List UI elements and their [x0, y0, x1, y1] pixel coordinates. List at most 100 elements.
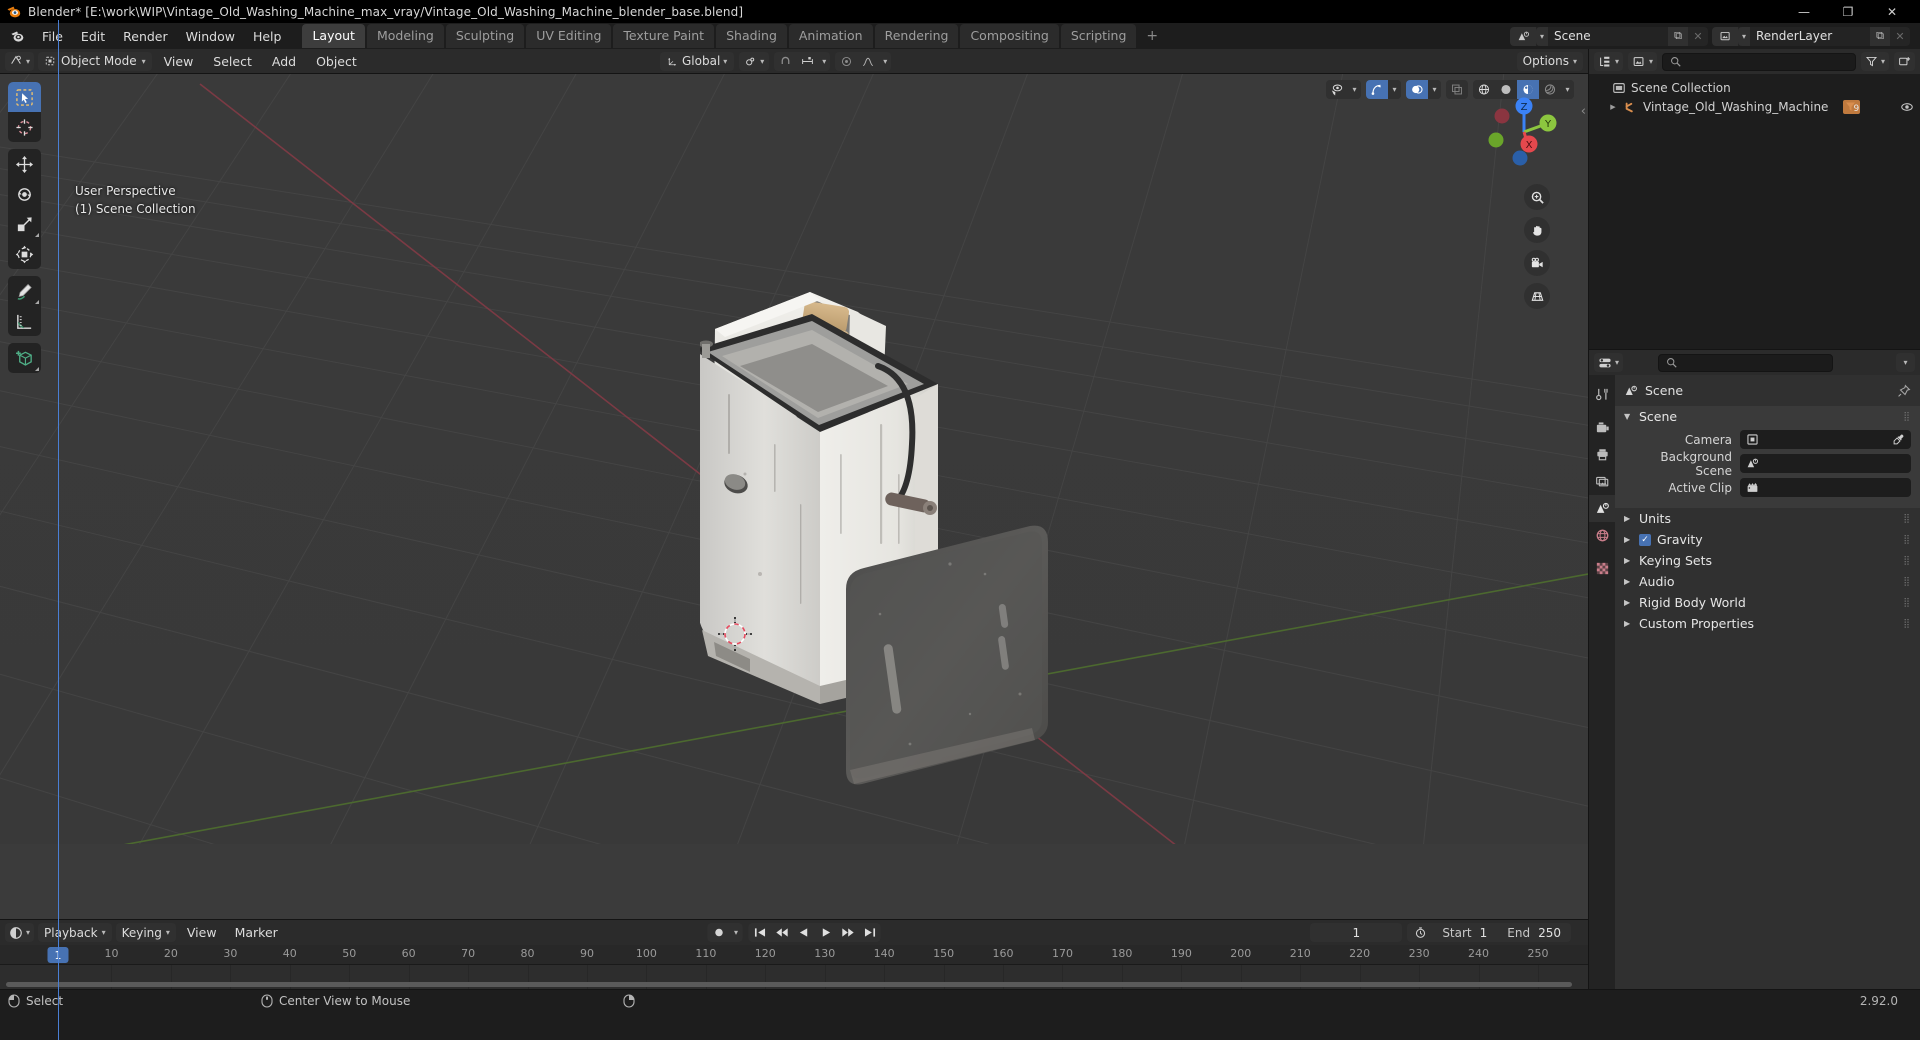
transform-orientation-selector[interactable]: Global ▾	[660, 51, 735, 71]
viewlayer-name-field[interactable]: RenderLayer	[1750, 26, 1870, 46]
scene-tab[interactable]	[1589, 495, 1615, 522]
viewlayer-browse-chevron-icon[interactable]: ▾	[1738, 26, 1750, 46]
remove-viewlayer-button[interactable]: ✕	[1890, 26, 1910, 46]
pivot-point-selector[interactable]: ▾	[739, 51, 770, 71]
close-button[interactable]: ✕	[1870, 0, 1914, 23]
viewlayer-datablock[interactable]: ▾ RenderLayer ⧉ ✕	[1712, 26, 1910, 46]
editor-type-3dview-icon[interactable]: ▾	[5, 51, 35, 71]
tweak-select-tool[interactable]	[8, 82, 41, 112]
panel-header-gravity[interactable]: ▶ ✓ Gravity ⣿	[1615, 529, 1920, 550]
tab-animation[interactable]: Animation	[788, 24, 873, 48]
auto-keying-chevron-icon[interactable]: ▾	[730, 923, 743, 942]
snap-magnet-icon[interactable]	[774, 52, 796, 71]
panel-header-rigid-body-world[interactable]: ▶ Rigid Body World ⣿	[1615, 592, 1920, 613]
panel-drag-dots[interactable]: ⣿	[1903, 598, 1911, 608]
tab-rendering[interactable]: Rendering	[874, 24, 959, 48]
object-visibility-icon[interactable]	[1326, 80, 1348, 99]
tab-shading[interactable]: Shading	[716, 24, 787, 48]
add-workspace-button[interactable]: +	[1138, 28, 1166, 44]
jump-to-start-button[interactable]	[749, 923, 771, 942]
viewport-menu-object[interactable]: Object	[308, 52, 365, 71]
scale-tool[interactable]	[8, 209, 41, 239]
outliner-display-mode-selector[interactable]: ▾	[1628, 52, 1658, 71]
viewport-menu-add[interactable]: Add	[264, 52, 304, 71]
new-viewlayer-button[interactable]: ⧉	[1870, 26, 1890, 46]
annotate-tool[interactable]	[8, 276, 41, 306]
menu-render[interactable]: Render	[114, 26, 177, 47]
scene-browse-chevron-icon[interactable]: ▾	[1536, 26, 1548, 46]
move-tool[interactable]	[8, 149, 41, 179]
use-preview-range-icon[interactable]	[1407, 926, 1432, 939]
transform-tool[interactable]	[8, 239, 41, 269]
3d-viewport[interactable]: User Perspective (1) Scene Collection ▾ …	[0, 74, 1588, 919]
outliner-expand-arrow-object[interactable]: ▶	[1607, 103, 1619, 111]
zoom-icon[interactable]	[1524, 184, 1550, 210]
properties-search-input[interactable]	[1657, 353, 1833, 372]
editor-type-outliner-icon[interactable]: ▾	[1594, 52, 1624, 71]
panel-header-scene[interactable]: ▼ Scene ⣿	[1615, 406, 1920, 427]
background-scene-field[interactable]	[1740, 454, 1911, 473]
show-overlays-icon[interactable]	[1406, 80, 1428, 99]
current-frame-field[interactable]: 1	[1310, 923, 1403, 942]
panel-header-custom-properties[interactable]: ▶ Custom Properties ⣿	[1615, 613, 1920, 634]
menu-file[interactable]: File	[33, 26, 72, 47]
snap-chevron-icon[interactable]: ▾	[818, 52, 830, 71]
scene-datablock[interactable]: ▾ Scene ⧉ ✕	[1510, 26, 1708, 46]
viewport-menu-select[interactable]: Select	[205, 52, 260, 71]
tool-tab[interactable]	[1589, 381, 1615, 408]
minimize-button[interactable]: —	[1782, 0, 1826, 23]
blender-menu-icon[interactable]	[10, 29, 25, 44]
panel-drag-dots[interactable]: ⣿	[1903, 514, 1911, 524]
proportional-edit-icon[interactable]	[835, 52, 857, 71]
panel-drag-dots[interactable]: ⣿	[1903, 619, 1911, 629]
panel-header-keying-sets[interactable]: ▶ Keying Sets ⣿	[1615, 550, 1920, 571]
camera-icon[interactable]	[1524, 250, 1550, 276]
show-gizmo-icon[interactable]	[1366, 80, 1388, 99]
previous-keyframe-button[interactable]	[771, 923, 793, 942]
timeline-view-menu[interactable]: View	[180, 923, 224, 942]
overlays-chevron-icon[interactable]: ▾	[1428, 80, 1441, 99]
rotate-tool[interactable]	[8, 179, 41, 209]
output-tab[interactable]	[1589, 441, 1615, 468]
timeline-marker-menu[interactable]: Marker	[228, 923, 285, 942]
gravity-checkbox[interactable]: ✓	[1639, 533, 1651, 546]
tab-uv-editing[interactable]: UV Editing	[526, 24, 612, 48]
tab-compositing[interactable]: Compositing	[960, 24, 1059, 48]
active-clip-field[interactable]	[1740, 478, 1911, 497]
camera-field[interactable]	[1740, 430, 1911, 449]
maximize-button[interactable]: ❐	[1826, 0, 1870, 23]
tab-sculpting[interactable]: Sculpting	[445, 24, 525, 48]
xray-toggle-button[interactable]	[1446, 80, 1468, 99]
timeline-keying-menu[interactable]: Keying ▾	[115, 923, 176, 942]
panel-drag-dots[interactable]: ⣿	[1903, 535, 1911, 545]
play-reverse-button[interactable]	[793, 923, 815, 942]
panel-drag-dots[interactable]: ⣿	[1903, 412, 1911, 422]
panel-header-audio[interactable]: ▶ Audio ⣿	[1615, 571, 1920, 592]
panel-drag-dots[interactable]: ⣿	[1903, 556, 1911, 566]
add-cube-tool[interactable]	[8, 343, 41, 373]
auto-keying-record-icon[interactable]	[708, 923, 730, 942]
measure-tool[interactable]	[8, 306, 41, 336]
gizmo-chevron-icon[interactable]: ▾	[1388, 80, 1401, 99]
new-collection-button[interactable]	[1894, 52, 1915, 71]
editor-type-timeline-icon[interactable]: ▾	[5, 923, 35, 942]
timeline-horizontal-scrollbar[interactable]	[6, 982, 1572, 987]
viewport-options-button[interactable]: Options ▾	[1516, 51, 1583, 71]
outliner-row-scene-collection[interactable]: Scene Collection	[1589, 78, 1920, 97]
next-keyframe-button[interactable]	[837, 923, 859, 942]
viewport-sidebar-collapse-icon[interactable]: ‹	[1581, 104, 1586, 119]
pan-hand-icon[interactable]	[1524, 217, 1550, 243]
timeline-ruler[interactable]: 10 20 30 40 50 60 70 80 90 100 110 120 130 140 150 160 1…	[0, 945, 1588, 965]
tab-modeling[interactable]: Modeling	[366, 24, 444, 48]
interaction-mode-selector[interactable]: Object Mode ▾	[38, 51, 152, 71]
unlink-scene-button[interactable]: ✕	[1688, 26, 1708, 46]
modifier-count-badge[interactable]: 9	[1843, 99, 1861, 114]
perspective-toggle-icon[interactable]	[1524, 283, 1550, 309]
menu-help[interactable]: Help	[244, 26, 291, 47]
outliner-search-input[interactable]	[1662, 52, 1856, 71]
properties-options-chevron-icon[interactable]: ▾	[1895, 353, 1915, 372]
panel-header-units[interactable]: ▶ Units ⣿	[1615, 508, 1920, 529]
start-frame-value[interactable]: 1	[1480, 926, 1498, 940]
outliner-filter-button[interactable]: ▾	[1860, 52, 1889, 71]
panel-drag-dots[interactable]: ⣿	[1903, 577, 1911, 587]
